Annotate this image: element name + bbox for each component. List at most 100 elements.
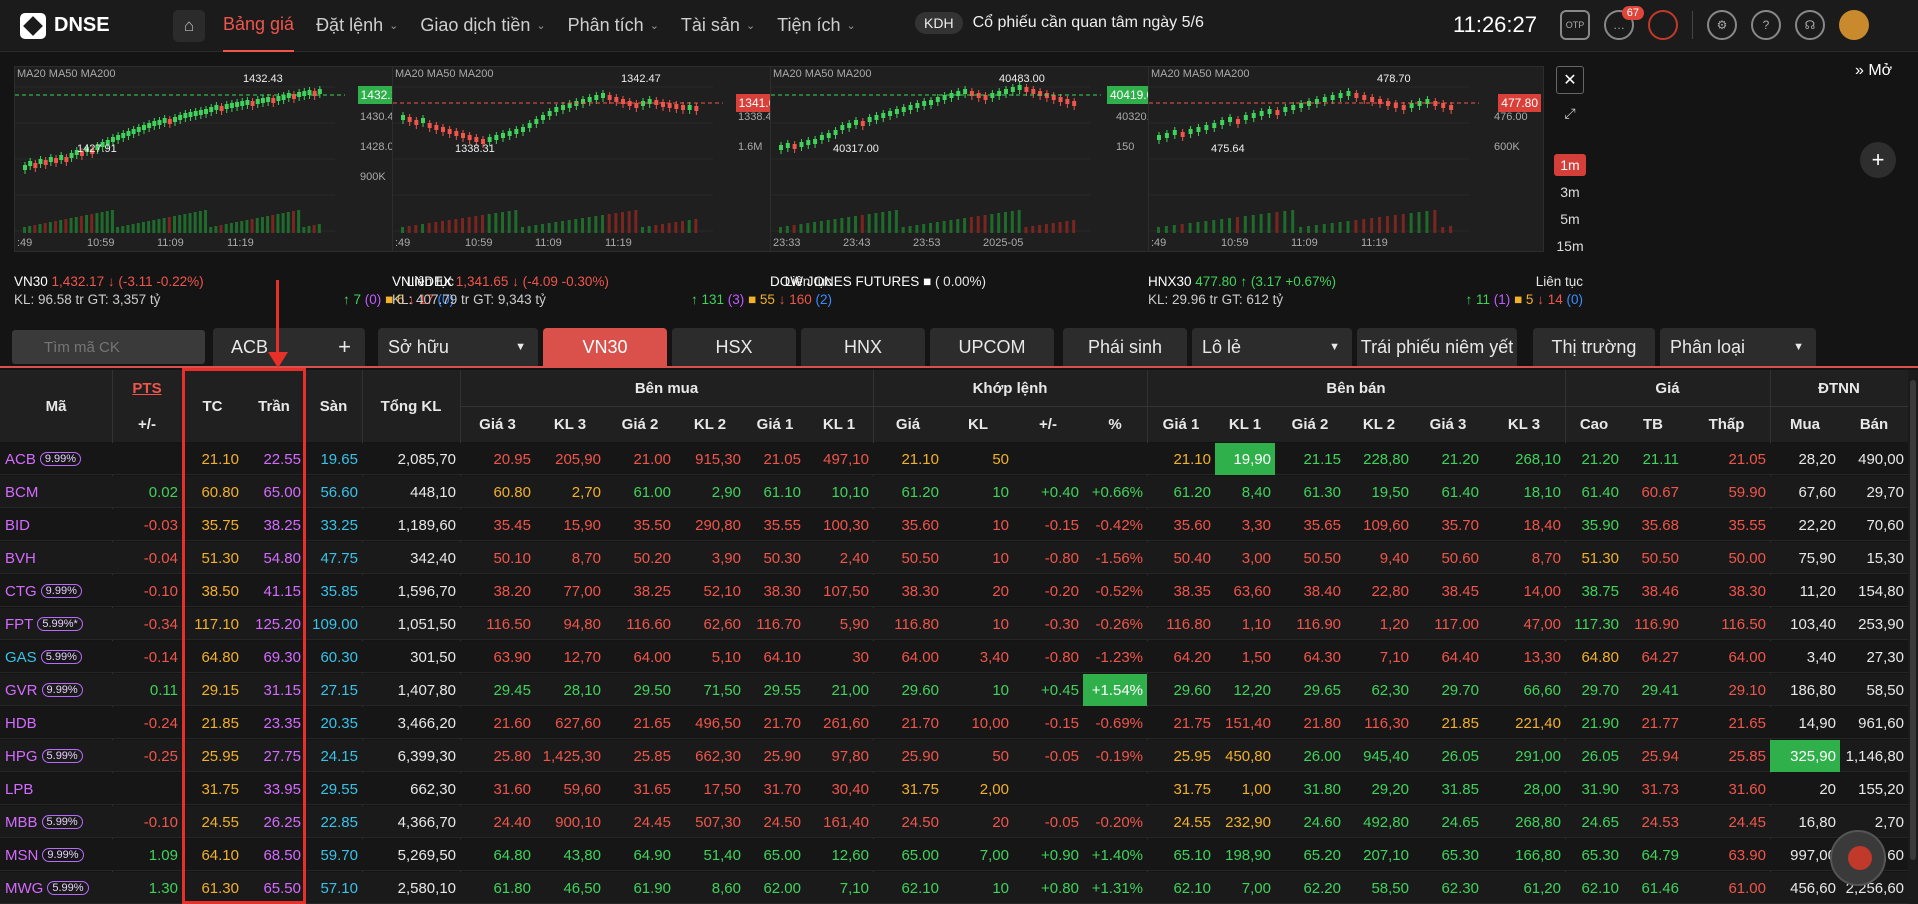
- symbol-cell[interactable]: HPG 5.99%: [0, 740, 112, 772]
- table-row[interactable]: BID -0.03 35.75 38.25 33.25 1,189,60 35.45 15,9…: [0, 509, 1908, 541]
- nav-item-1[interactable]: Đặt lệnh ⌄: [316, 0, 398, 52]
- tab-3[interactable]: HNX: [801, 328, 925, 366]
- headset-icon[interactable]: ☊: [1795, 10, 1825, 40]
- symbol-cell[interactable]: CTG 9.99%: [0, 575, 112, 607]
- header-tc[interactable]: TC: [182, 370, 243, 442]
- header-k_gia[interactable]: Giá: [873, 406, 943, 442]
- symbol-cell[interactable]: GAS 5.99%: [0, 641, 112, 673]
- nav-item-2[interactable]: Giao dịch tiền ⌄: [420, 0, 545, 52]
- chart-plot[interactable]: MA20 MA50 MA200 478.70 475.64 477.80 476.00 6…: [1148, 66, 1544, 252]
- add-chart-button[interactable]: +: [1860, 142, 1896, 178]
- chart-plot[interactable]: MA20 MA50 MA200 1432.43 1427.91 1432.17 1430…: [14, 66, 410, 252]
- nav-item-5[interactable]: Tiện ích ⌄: [777, 0, 856, 52]
- table-row[interactable]: MSN 9.99% 1.09 64.10 68.50 59.70 5,269,50 64.80…: [0, 839, 1908, 871]
- symbol-cell[interactable]: BID: [0, 509, 112, 541]
- header-kl1[interactable]: KL 1: [1215, 406, 1275, 442]
- table-row[interactable]: GVR 9.99% 0.11 29.15 31.15 27.15 1,407,80 29.45…: [0, 674, 1908, 706]
- header-thap[interactable]: Thấp: [1683, 406, 1770, 442]
- header-kl2[interactable]: KL 2: [675, 406, 745, 442]
- table-row[interactable]: GAS 5.99% -0.14 64.80 69.30 60.30 301,50 63.90 1…: [0, 641, 1908, 673]
- help-icon[interactable]: ?: [1751, 10, 1781, 40]
- scrollbar-thumb[interactable]: [1910, 380, 1916, 860]
- header-gia2[interactable]: Giá 2: [1275, 406, 1345, 442]
- assistant-bot-icon[interactable]: [1830, 830, 1886, 886]
- watchlist-symbol[interactable]: ACB +: [213, 328, 365, 366]
- header-mua[interactable]: Mua: [1770, 406, 1840, 442]
- chart-plot[interactable]: MA20 MA50 MA200 40483.00 40317.00 40419.00 4…: [770, 66, 1166, 252]
- header-gia1[interactable]: Giá 1: [1147, 406, 1215, 442]
- symbol-cell[interactable]: GVR 9.99%: [0, 674, 112, 706]
- header-kl2[interactable]: KL 2: [1345, 406, 1413, 442]
- header-ma[interactable]: Mã: [0, 370, 112, 442]
- header-kl1[interactable]: KL 1: [805, 406, 873, 442]
- header-dtnn[interactable]: ĐTNN: [1770, 370, 1908, 406]
- tab-5[interactable]: Phái sinh: [1063, 328, 1187, 366]
- header-gia1[interactable]: Giá 1: [745, 406, 805, 442]
- header-gia3[interactable]: Giá 3: [1413, 406, 1483, 442]
- symbol-cell[interactable]: BVH: [0, 542, 112, 574]
- symbol-cell[interactable]: FPT 5.99%*: [0, 608, 112, 640]
- chat-icon[interactable]: … 67: [1604, 6, 1644, 40]
- table-row[interactable]: BVH -0.04 51.30 54.80 47.75 342,40 50.10 8,70 50…: [0, 542, 1908, 574]
- header-gia[interactable]: Giá: [1565, 370, 1770, 406]
- header-ben_mua[interactable]: Bên mua: [460, 370, 873, 406]
- nav-item-0[interactable]: Bảng giá: [223, 0, 295, 52]
- symbol-cell[interactable]: MSN 9.99%: [0, 839, 112, 871]
- tab-6[interactable]: Lô lẻ ▼: [1192, 328, 1352, 366]
- table-row[interactable]: HDB -0.24 21.85 23.35 20.35 3,466,20 21.60 627,…: [0, 707, 1908, 739]
- table-row[interactable]: FPT 5.99%* -0.34 117.10 125.20 109.00 1,051,50…: [0, 608, 1908, 640]
- table-row[interactable]: HPG 5.99% -0.25 25.95 27.75 24.15 6,399,30 25.8…: [0, 740, 1908, 772]
- header-pts[interactable]: PTS: [112, 370, 182, 406]
- logo[interactable]: DNSE: [20, 12, 140, 39]
- gear-icon[interactable]: ⚙: [1707, 10, 1737, 40]
- symbol-cell[interactable]: MWG 5.99%: [0, 872, 112, 904]
- header-tongkl[interactable]: Tổng KL: [362, 370, 460, 442]
- table-row[interactable]: ACB 9.99% 21.10 22.55 19.65 2,085,70 20.95 205,…: [0, 443, 1908, 475]
- tab-8[interactable]: Thị trường: [1533, 328, 1655, 366]
- header-ban[interactable]: Bán: [1840, 406, 1908, 442]
- news-ticker[interactable]: KDH Cổ phiếu cần quan tâm ngày 5/6: [915, 12, 1204, 34]
- expand-icon[interactable]: ⤢: [1556, 100, 1584, 126]
- header-k_pct[interactable]: %: [1083, 406, 1147, 442]
- timeframe-button[interactable]: 3m: [1554, 181, 1586, 203]
- tab-4[interactable]: UPCOM: [930, 328, 1054, 366]
- header-kl3[interactable]: KL 3: [1483, 406, 1565, 442]
- table-row[interactable]: CTG 9.99% -0.10 38.50 41.15 35.85 1,596,70 38.2…: [0, 575, 1908, 607]
- header-san[interactable]: Sàn: [305, 370, 362, 442]
- table-row[interactable]: MWG 5.99% 1.30 61.30 65.50 57.10 2,580,10 61.80…: [0, 872, 1908, 904]
- header-ben_ban[interactable]: Bên bán: [1147, 370, 1565, 406]
- header-gia2[interactable]: Giá 2: [605, 406, 675, 442]
- header-khop_lenh[interactable]: Khớp lệnh: [873, 370, 1147, 406]
- symbol-cell[interactable]: HDB: [0, 707, 112, 739]
- tab-1[interactable]: VN30: [543, 328, 667, 366]
- header-tran[interactable]: Trần: [243, 370, 305, 442]
- header-cao[interactable]: Cao: [1565, 406, 1623, 442]
- timeframe-button[interactable]: 15m: [1554, 235, 1586, 257]
- timeframe-button[interactable]: 5m: [1554, 208, 1586, 230]
- symbol-cell[interactable]: LPB: [0, 773, 112, 805]
- timeframe-button[interactable]: 1m: [1554, 154, 1586, 176]
- symbol-cell[interactable]: ACB 9.99%: [0, 443, 112, 475]
- header-kl3[interactable]: KL 3: [535, 406, 605, 442]
- tab-9[interactable]: Phân loại ▼: [1660, 328, 1816, 366]
- table-row[interactable]: MBB 5.99% -0.10 24.55 26.25 22.85 4,366,70 24.4…: [0, 806, 1908, 838]
- nav-item-4[interactable]: Tài sản ⌄: [681, 0, 755, 52]
- header-k_kl[interactable]: KL: [943, 406, 1013, 442]
- mascot-icon[interactable]: [1648, 10, 1678, 40]
- symbol-cell[interactable]: BCM: [0, 476, 112, 508]
- header-tb[interactable]: TB: [1623, 406, 1683, 442]
- otp-icon[interactable]: OTP: [1560, 10, 1590, 40]
- tab-7[interactable]: Trái phiếu niêm yết: [1357, 328, 1517, 366]
- search-input[interactable]: [12, 330, 205, 364]
- symbol-cell[interactable]: MBB 5.99%: [0, 806, 112, 838]
- header-k_pm[interactable]: +/-: [1013, 406, 1083, 442]
- chart-plot[interactable]: MA20 MA50 MA200 1342.47 1338.31 1341.65 1338…: [392, 66, 788, 252]
- tab-2[interactable]: HSX: [672, 328, 796, 366]
- plus-icon[interactable]: +: [338, 334, 351, 360]
- header-pm[interactable]: +/-: [112, 406, 182, 442]
- header-gia3[interactable]: Giá 3: [460, 406, 535, 442]
- home-icon[interactable]: ⌂: [173, 9, 205, 42]
- nav-item-3[interactable]: Phân tích ⌄: [568, 0, 659, 52]
- tab-0[interactable]: Sở hữu ▼: [378, 328, 538, 366]
- expand-panel-button[interactable]: » Mở: [1855, 62, 1892, 80]
